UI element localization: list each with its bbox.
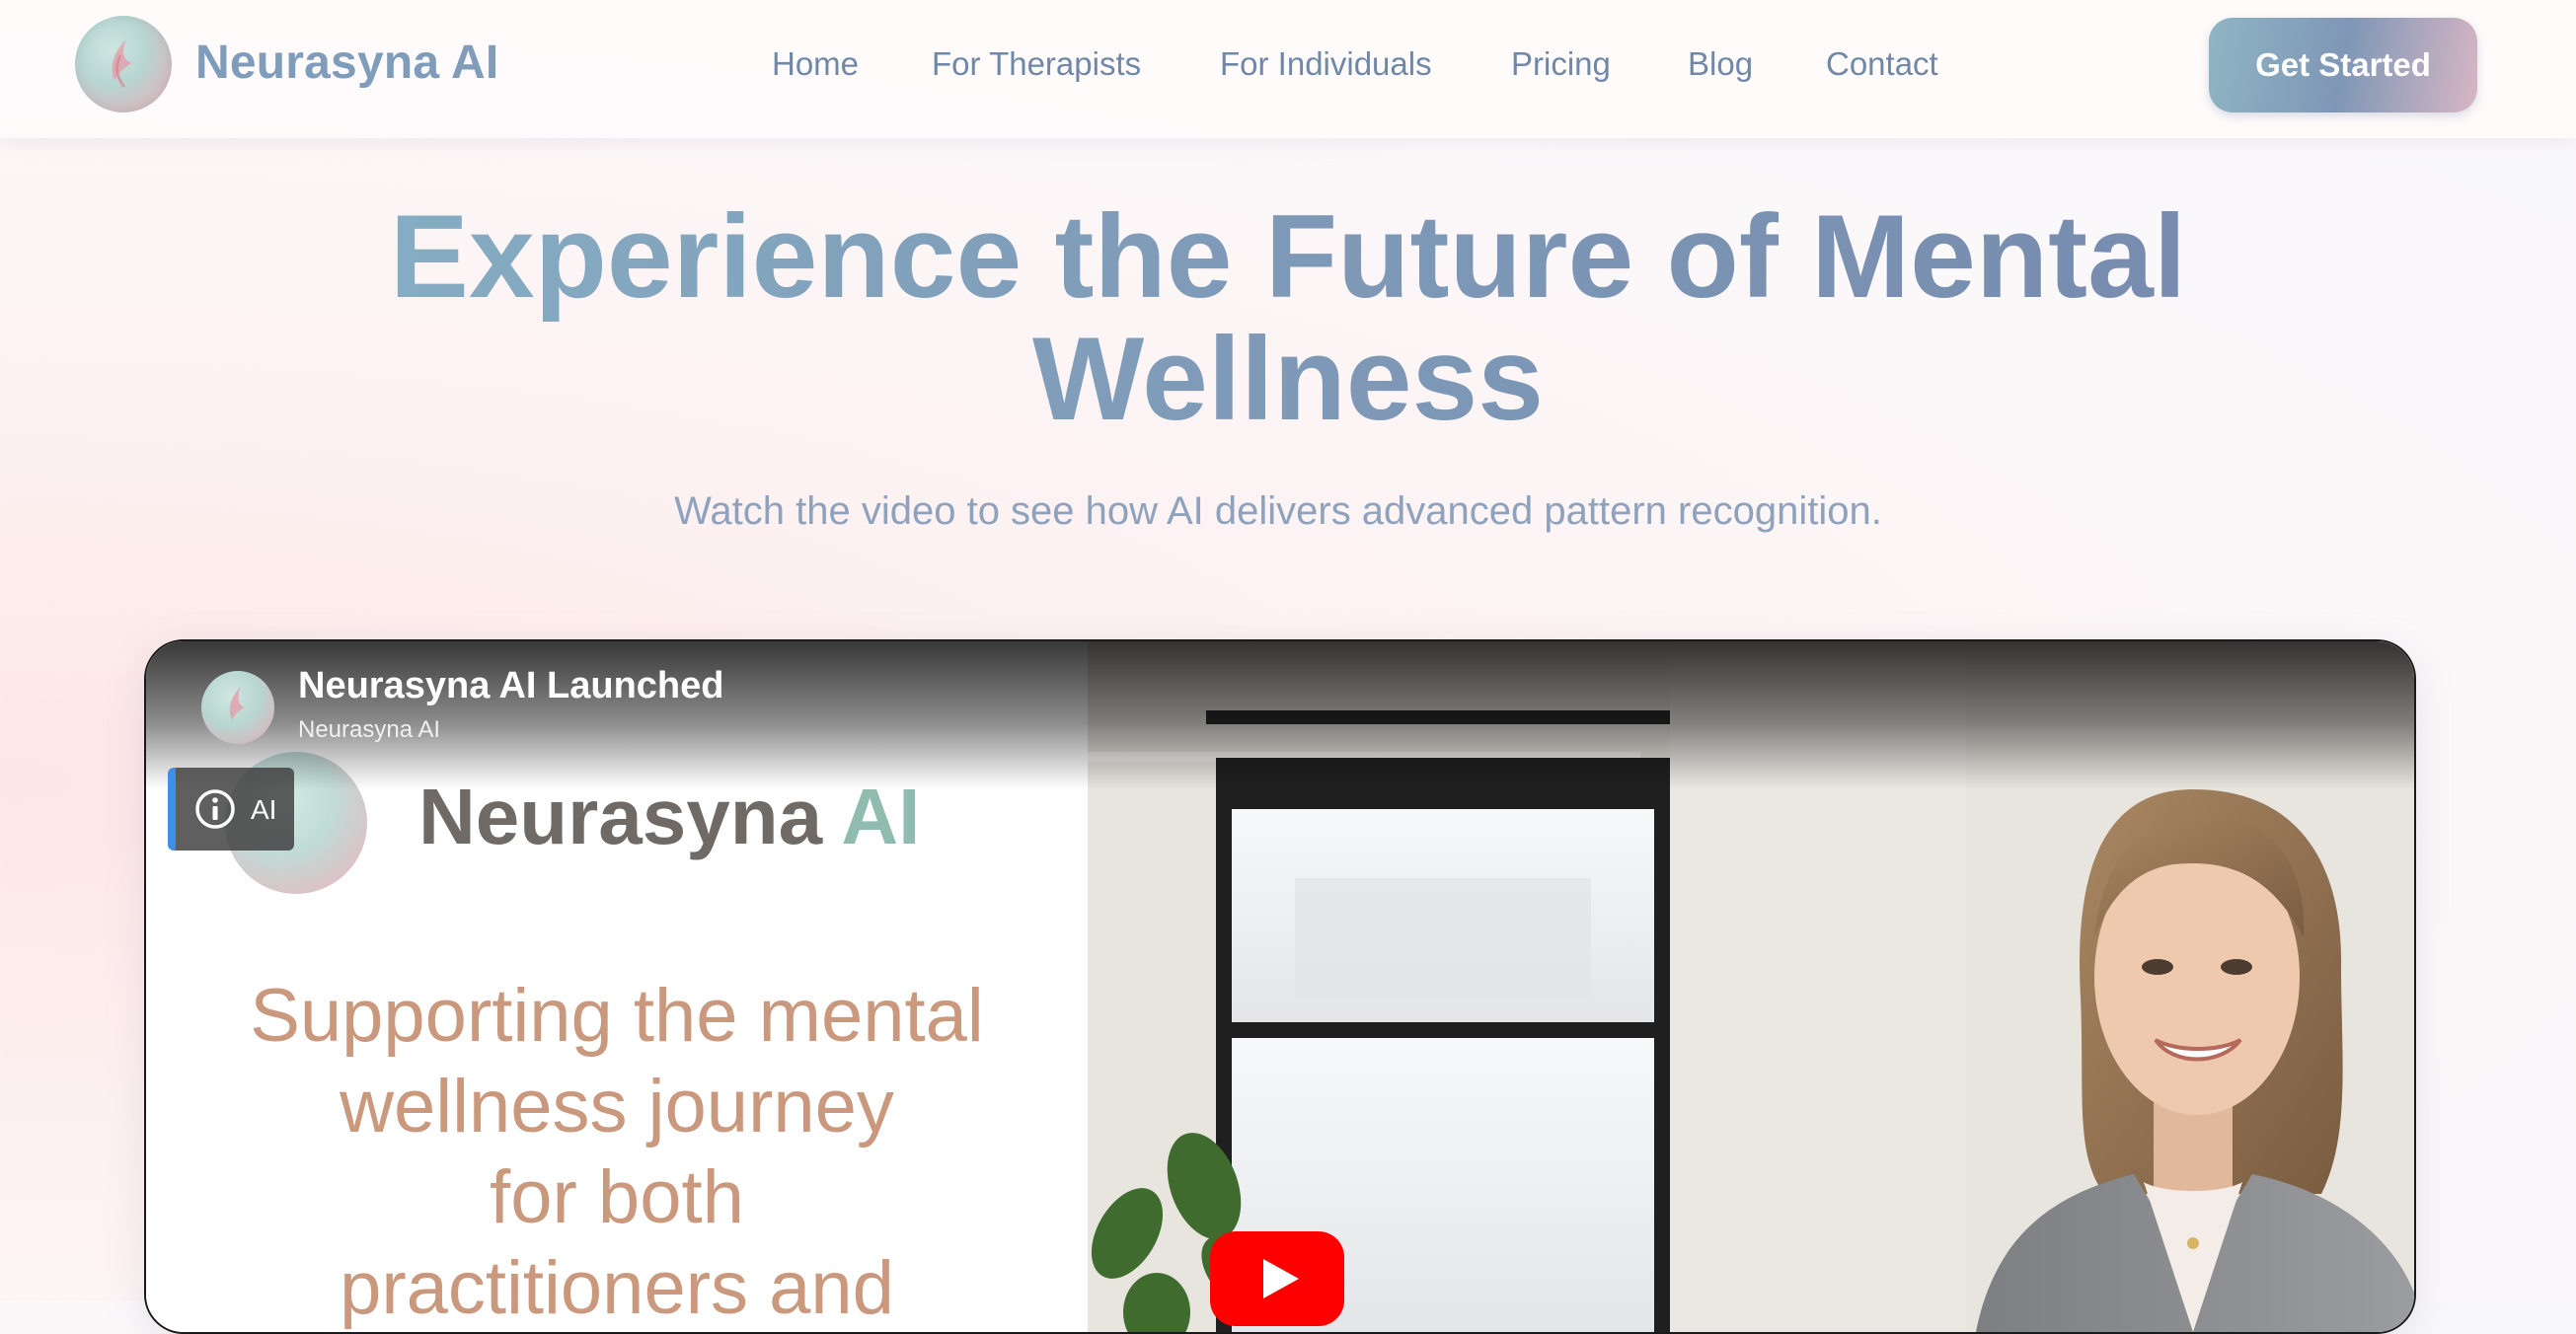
navbar: Neurasyna AI Home For Therapists For Ind… [0, 0, 2576, 138]
nav-link-home[interactable]: Home [772, 45, 859, 83]
hero-title: Experience the Future of Mental Wellness [202, 195, 2374, 440]
brand-name[interactable]: Neurasyna AI [195, 36, 498, 90]
video-header-bar: Neurasyna AI Launched Neurasyna AI [146, 641, 2414, 789]
channel-avatar[interactable] [201, 671, 274, 744]
hero-title-line-1: Experience the Future of Mental [389, 190, 2187, 323]
ai-badge-label: AI [251, 794, 277, 825]
nav-link-pricing[interactable]: Pricing [1511, 45, 1611, 83]
slide-text: Supporting the mental wellness journey f… [146, 971, 1088, 1332]
nav-link-for-therapists[interactable]: For Therapists [932, 45, 1141, 83]
hero-title-line-2: Wellness [1031, 313, 1545, 445]
slide-text-line: wellness journey [340, 1065, 894, 1149]
ai-disclosure-badge[interactable]: AI [168, 768, 294, 851]
slide-text-line: for both [490, 1155, 744, 1239]
play-button[interactable] [1210, 1231, 1344, 1326]
brand-logo-icon[interactable] [75, 16, 172, 112]
nav-link-contact[interactable]: Contact [1826, 45, 1938, 83]
slide-text-line: practitioners and [340, 1246, 894, 1330]
nav-link-blog[interactable]: Blog [1688, 45, 1753, 83]
video-player[interactable]: Neurasyna AI Supporting the mental welln… [144, 639, 2416, 1334]
play-icon [1263, 1259, 1299, 1298]
info-icon [195, 789, 235, 829]
video-title[interactable]: Neurasyna AI Launched [298, 665, 724, 707]
slide-text-line: Supporting the mental [250, 974, 984, 1058]
get-started-button[interactable]: Get Started [2209, 18, 2477, 112]
video-channel-name[interactable]: Neurasyna AI [298, 716, 440, 744]
hero-subtitle: Watch the video to see how AI delivers a… [674, 489, 1882, 533]
nav-link-for-individuals[interactable]: For Individuals [1220, 45, 1432, 83]
